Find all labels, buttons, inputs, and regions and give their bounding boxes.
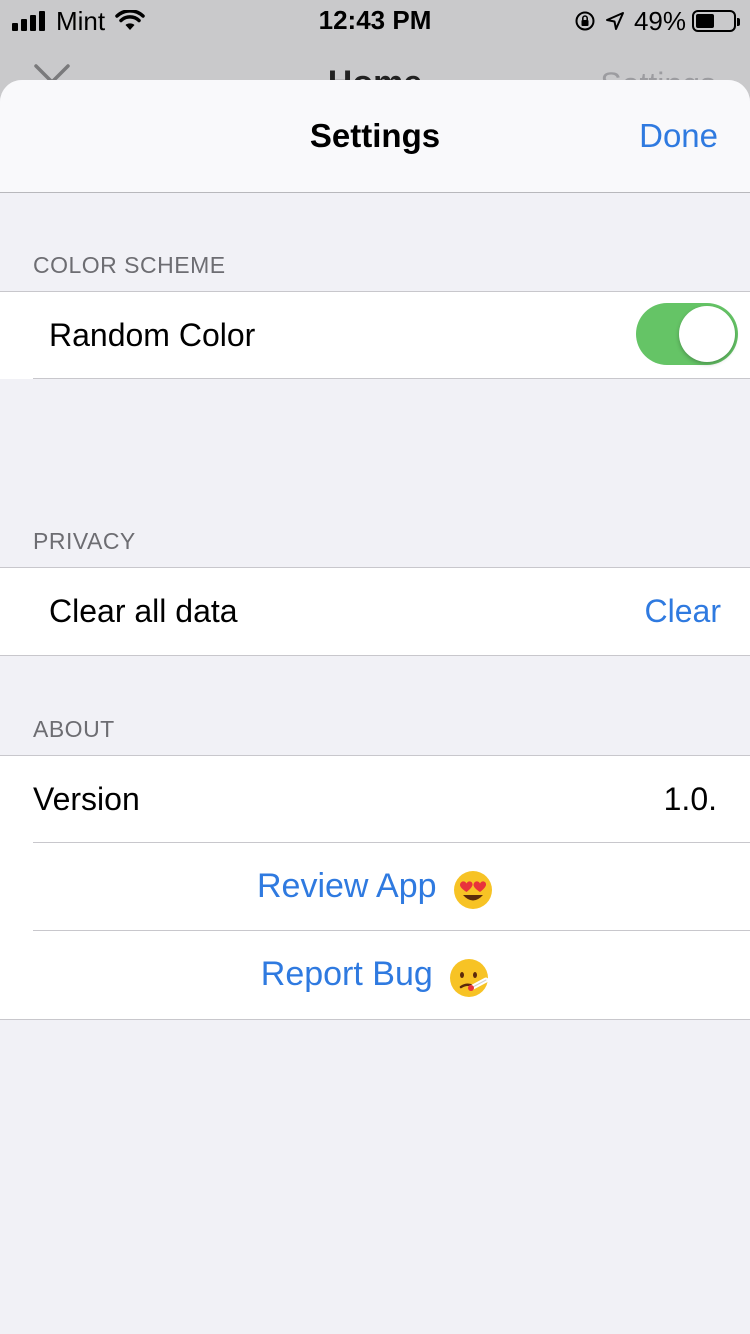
report-bug-button[interactable]: Report Bug [0, 931, 750, 1019]
status-right: 49% [574, 5, 740, 36]
settings-sheet: Settings Done COLOR SCHEME Random Color … [0, 80, 750, 1334]
orientation-lock-icon [575, 11, 595, 31]
random-color-label: Random Color [49, 317, 256, 353]
version-label: Version [33, 781, 140, 817]
page-title: Settings [309, 117, 441, 154]
clear-button[interactable]: Clear [645, 593, 721, 630]
clear-data-label: Clear all data [49, 593, 238, 629]
sheet-nav-bar: Settings Done [0, 80, 750, 193]
face-with-thermometer-icon [450, 958, 489, 997]
privacy-group: Clear all data Clear [0, 567, 750, 656]
clear-data-row: Clear all data Clear [0, 568, 750, 655]
divider [33, 378, 750, 379]
version-row: Version 1.0. [0, 756, 750, 843]
section-header-about: ABOUT [33, 716, 115, 742]
report-bug-label: Report Bug [260, 955, 433, 993]
screen: Mint 12:43 PM 49% Settings Done COLOR SC… [0, 0, 750, 1334]
location-arrow-icon [605, 12, 624, 30]
random-color-toggle[interactable] [636, 303, 738, 365]
smiling-face-with-heart-eyes-icon [454, 870, 492, 909]
about-group: Version 1.0. Review App Report Bug [0, 755, 750, 1020]
toggle-knob [679, 306, 735, 362]
random-color-row: Random Color [0, 292, 750, 379]
section-header-color-scheme: COLOR SCHEME [33, 252, 226, 278]
section-header-privacy: PRIVACY [33, 528, 136, 554]
done-button[interactable]: Done [639, 117, 718, 155]
battery-percent: 49% [633, 5, 686, 36]
review-app-label: Review App [257, 867, 437, 905]
version-value: 1.0. [663, 781, 717, 817]
review-app-button[interactable]: Review App [0, 843, 750, 931]
status-bar: Mint 12:43 PM 49% [0, 0, 750, 40]
color-scheme-group: Random Color [0, 291, 750, 379]
battery-icon [692, 10, 740, 32]
